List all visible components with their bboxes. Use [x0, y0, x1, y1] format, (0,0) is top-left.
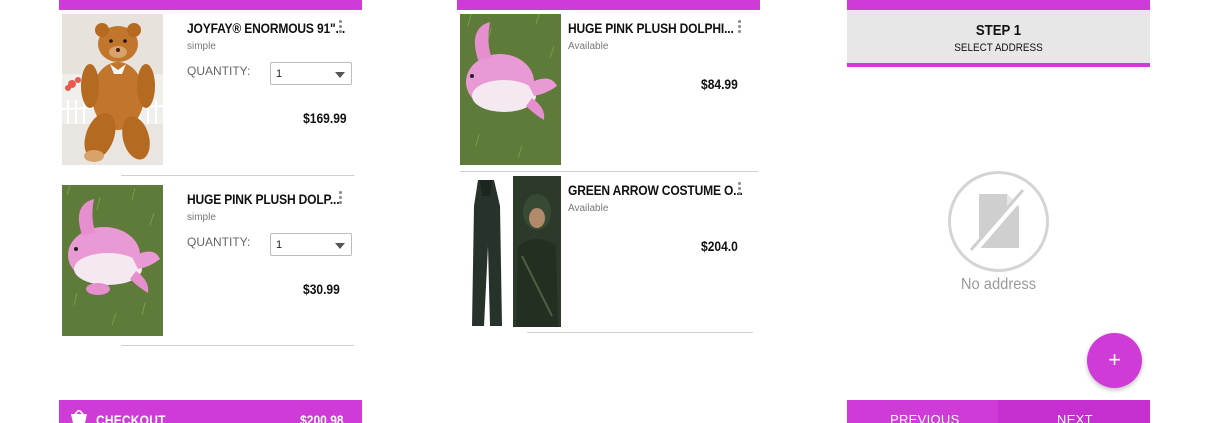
- quantity-label: QUANTITY:: [187, 235, 251, 249]
- cart-item[interactable]: JOYFAY® ENORMOUS 91"... simple QUANTITY:…: [59, 14, 362, 176]
- cart-item[interactable]: HUGE PINK PLUSH DOLP... simple QUANTITY:…: [59, 185, 362, 347]
- no-address-icon: [948, 171, 1049, 272]
- cart-item-price: $30.99: [303, 281, 340, 297]
- row-divider: [121, 345, 354, 346]
- plus-icon: +: [1108, 347, 1121, 372]
- more-options-icon[interactable]: [339, 191, 343, 206]
- wishlist-item-title[interactable]: HUGE PINK PLUSH DOLPHI...: [568, 20, 734, 36]
- step-top-bar: [847, 0, 1150, 10]
- wishlist-panel: HUGE PINK PLUSH DOLPHI... Available $84.…: [457, 0, 760, 423]
- wishlist-item[interactable]: GREEN ARROW COSTUME O... Available $204.…: [457, 176, 760, 334]
- empty-state-text: No address: [960, 276, 1037, 293]
- wishlist-item-price: $84.99: [701, 76, 738, 92]
- more-options-icon[interactable]: [738, 182, 742, 197]
- wishlist-item-price: $204.0: [701, 238, 738, 254]
- quantity-select[interactable]: 1: [270, 233, 352, 256]
- step-subtitle: SELECT ADDRESS: [954, 42, 1043, 54]
- step-title: STEP 1: [975, 22, 1022, 39]
- availability-status: Available: [568, 203, 609, 214]
- more-options-icon[interactable]: [738, 20, 742, 35]
- quantity-label: QUANTITY:: [187, 64, 251, 78]
- basket-icon: [71, 410, 87, 423]
- wishlist-item-title[interactable]: GREEN ARROW COSTUME O...: [568, 182, 743, 198]
- dropdown-arrow-icon: [335, 72, 345, 78]
- teddy-bear-image: [62, 14, 163, 165]
- next-button[interactable]: NEXT: [1057, 412, 1093, 423]
- quantity-value: 1: [276, 68, 283, 80]
- green-arrow-costume-image: [460, 176, 561, 327]
- dropdown-arrow-icon: [335, 243, 345, 249]
- cart-item-price: $169.99: [303, 110, 347, 126]
- cart-item-type: simple: [187, 41, 216, 52]
- more-options-icon[interactable]: [339, 20, 343, 35]
- cart-item-title[interactable]: HUGE PINK PLUSH DOLP...: [187, 191, 340, 207]
- checkout-button[interactable]: CHECKOUT $200.98: [59, 400, 362, 423]
- wishlist-item[interactable]: HUGE PINK PLUSH DOLPHI... Available $84.…: [457, 14, 760, 172]
- checkout-total: $200.98: [300, 412, 344, 423]
- availability-status: Available: [568, 41, 609, 52]
- row-divider: [121, 175, 354, 176]
- previous-button[interactable]: PREVIOUS: [890, 412, 960, 423]
- checkout-label: CHECKOUT: [96, 412, 166, 423]
- row-divider: [527, 332, 753, 333]
- cart-panel: JOYFAY® ENORMOUS 91"... simple QUANTITY:…: [59, 0, 362, 423]
- add-address-button[interactable]: +: [1087, 333, 1142, 388]
- wishlist-top-bar: [457, 0, 760, 10]
- row-divider: [460, 171, 758, 172]
- step-progress-line: [847, 63, 1150, 67]
- quantity-select[interactable]: 1: [270, 62, 352, 85]
- pink-dolphin-image: [62, 185, 163, 336]
- step-header: STEP 1 SELECT ADDRESS: [847, 10, 1150, 63]
- quantity-value: 1: [276, 239, 283, 251]
- cart-top-bar: [59, 0, 362, 10]
- cart-item-title[interactable]: JOYFAY® ENORMOUS 91"...: [187, 20, 345, 36]
- address-step-panel: STEP 1 SELECT ADDRESS No address + PREVI…: [847, 0, 1150, 423]
- step-navigation: PREVIOUS NEXT: [847, 400, 1150, 423]
- pink-dolphin-image: [460, 14, 561, 165]
- cart-item-type: simple: [187, 212, 216, 223]
